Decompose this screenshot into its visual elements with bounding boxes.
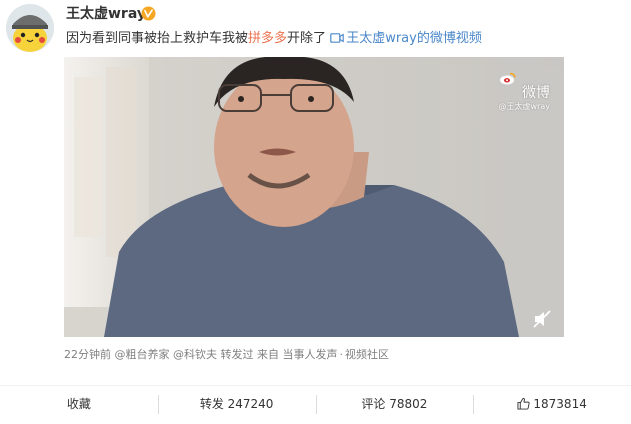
video-frame bbox=[64, 57, 564, 337]
community-link[interactable]: 视频社区 bbox=[345, 348, 389, 361]
repost-user-1[interactable]: @粗台养家 bbox=[115, 348, 170, 361]
source-prefix: 来自 bbox=[257, 348, 279, 361]
avatar-image bbox=[6, 4, 54, 52]
watermark-sub: @王太虚wray bbox=[498, 102, 550, 111]
meta-separator: · bbox=[339, 348, 344, 361]
avatar[interactable] bbox=[6, 4, 54, 52]
post-text-before: 因为看到同事被抬上救护车我被 bbox=[66, 31, 249, 46]
weibo-logo-icon bbox=[499, 72, 516, 85]
post-text-after: 开除了 bbox=[287, 31, 327, 46]
thumbs-up-icon bbox=[517, 397, 530, 410]
video-link-label: 王太虚wray的微博视频 bbox=[346, 31, 482, 46]
repost-label: 转发 247240 bbox=[199, 397, 274, 411]
username[interactable]: 王太虚wray bbox=[66, 4, 146, 24]
favorite-button[interactable]: 收藏 bbox=[0, 386, 158, 423]
topic-mention-link[interactable]: 拼多多 bbox=[248, 31, 287, 46]
repost-user-2[interactable]: @科钦夫 bbox=[173, 348, 217, 361]
watermark-main: 微博 bbox=[522, 85, 550, 101]
video-link-icon bbox=[330, 33, 344, 43]
like-button[interactable]: 1873814 bbox=[473, 386, 631, 423]
action-bar: 收藏 转发 247240 评论 78802 1873814 bbox=[0, 385, 631, 423]
post-meta: 22分钟前 @粗台养家 @科钦夫 转发过 来自 当事人发声 · 视频社区 bbox=[64, 346, 389, 364]
repost-label: 转发过 bbox=[220, 348, 254, 361]
post-time[interactable]: 22分钟前 bbox=[64, 348, 111, 361]
favorite-label: 收藏 bbox=[66, 397, 91, 411]
video-player[interactable]: 微博 @王太虚wray bbox=[64, 57, 564, 337]
post-text: 因为看到同事被抬上救护车我被拼多多开除了 王太虚wray的微博视频 bbox=[66, 29, 482, 49]
verified-badge-icon bbox=[141, 6, 156, 21]
mute-icon[interactable] bbox=[532, 309, 552, 329]
video-watermark: 微博 @王太虚wray bbox=[499, 71, 550, 113]
comment-button[interactable]: 评论 78802 bbox=[315, 386, 474, 423]
video-link[interactable]: 王太虚wray的微博视频 bbox=[330, 31, 482, 46]
source-name[interactable]: 当事人发声 bbox=[283, 348, 338, 361]
like-count: 1873814 bbox=[533, 397, 587, 411]
repost-button[interactable]: 转发 247240 bbox=[157, 386, 316, 423]
comment-label: 评论 78802 bbox=[361, 397, 428, 411]
